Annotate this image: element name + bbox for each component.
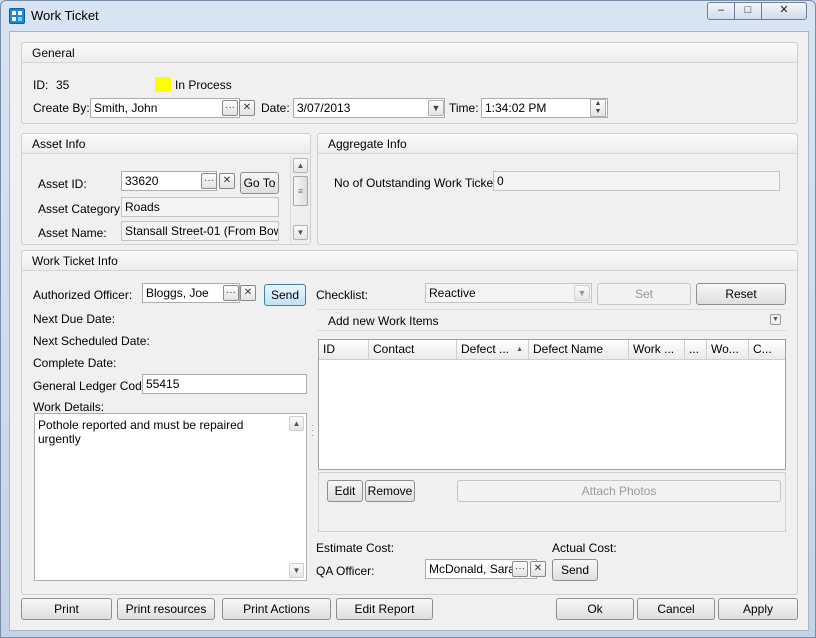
create-by-clear-icon[interactable]: ✕	[239, 100, 255, 116]
id-value: 35	[56, 78, 69, 92]
asset-category-label: Asset Category:	[38, 202, 123, 216]
qa-officer-send-button[interactable]: Send	[552, 559, 598, 581]
next-due-date-label: Next Due Date:	[33, 312, 115, 326]
scroll-down-icon[interactable]: ▼	[293, 225, 308, 240]
authorized-officer-clear-icon[interactable]: ✕	[240, 285, 256, 301]
print-resources-button[interactable]: Print resources	[117, 598, 215, 620]
column-header-wo[interactable]: Wo...	[707, 340, 749, 360]
edit-report-button[interactable]: Edit Report	[336, 598, 433, 620]
checklist-dropdown-icon[interactable]: ▼	[574, 285, 590, 301]
remove-button[interactable]: Remove	[365, 480, 415, 502]
general-ledger-code-field[interactable]: 55415	[142, 374, 307, 394]
asset-info-group: Asset Info Asset ID: 33620 ··· ✕ Go To A…	[21, 133, 311, 245]
qa-officer-browse-icon[interactable]: ···	[512, 561, 528, 577]
asset-name-label: Asset Name:	[38, 226, 107, 240]
asset-category-field: Roads	[121, 197, 279, 217]
qa-officer-label: QA Officer:	[316, 564, 374, 578]
minimize-button[interactable]: –	[707, 2, 735, 20]
date-field[interactable]: 3/07/2013	[293, 98, 445, 118]
apply-button[interactable]: Apply	[718, 598, 798, 620]
close-button[interactable]: ✕	[761, 2, 807, 20]
print-actions-button[interactable]: Print Actions	[222, 598, 331, 620]
date-label: Date:	[261, 101, 290, 115]
create-by-field[interactable]: Smith, John	[90, 98, 240, 118]
work-details-textarea[interactable]: Pothole reported and must be repaired ur…	[34, 413, 307, 581]
next-scheduled-date-label: Next Scheduled Date:	[33, 334, 150, 348]
client-area: General ID: 35 In Process Create By: Smi…	[9, 31, 809, 631]
date-dropdown-icon[interactable]: ▼	[428, 100, 444, 116]
maximize-button[interactable]: □	[734, 2, 762, 20]
work-items-grid[interactable]: ID Contact Defect ... ▲ Defect Name Work…	[318, 339, 786, 470]
set-button[interactable]: Set	[597, 283, 691, 305]
authorized-officer-label: Authorized Officer:	[33, 288, 132, 302]
window-title: Work Ticket	[31, 8, 99, 23]
scroll-thumb[interactable]: ≡	[293, 176, 308, 206]
goto-button[interactable]: Go To	[240, 172, 279, 194]
work-ticket-window: Work Ticket – □ ✕ General ID: 35 In Proc…	[0, 0, 816, 638]
qa-officer-clear-icon[interactable]: ✕	[530, 561, 546, 577]
reset-button[interactable]: Reset	[696, 283, 786, 305]
ok-button[interactable]: Ok	[556, 598, 634, 620]
attach-photos-button[interactable]: Attach Photos	[457, 480, 781, 502]
sort-ascending-icon: ▲	[516, 340, 523, 359]
column-header-c[interactable]: C...	[749, 340, 785, 360]
status-text: In Process	[175, 78, 232, 92]
column-header-defect-name[interactable]: Defect Name	[529, 340, 629, 360]
column-header-defect-code-label: Defect ...	[461, 342, 509, 356]
checklist-dropdown[interactable]: Reactive	[425, 283, 592, 303]
column-header-work[interactable]: Work ...	[629, 340, 685, 360]
create-by-browse-icon[interactable]: ···	[222, 100, 238, 116]
status-color-swatch	[155, 77, 171, 92]
general-group: General ID: 35 In Process Create By: Smi…	[21, 42, 798, 124]
print-button[interactable]: Print	[21, 598, 112, 620]
outstanding-label: No of Outstanding Work Tickets:	[334, 176, 506, 190]
work-details-scroll-up-icon[interactable]: ▲	[289, 416, 304, 431]
add-work-items-bar[interactable]: Add new Work Items ▼	[317, 309, 786, 331]
asset-info-scrollbar[interactable]: ▲ ≡ ▼	[290, 156, 310, 244]
add-work-items-label: Add new Work Items	[328, 314, 438, 328]
create-by-label: Create By:	[33, 101, 90, 115]
time-field[interactable]: 1:34:02 PM	[481, 98, 608, 118]
time-label: Time:	[449, 101, 479, 115]
title-bar[interactable]: Work Ticket – □ ✕	[1, 1, 816, 31]
column-header-defect-code[interactable]: Defect ... ▲	[457, 340, 529, 360]
work-details-label: Work Details:	[33, 400, 104, 414]
complete-date-label: Complete Date:	[33, 356, 116, 370]
edit-button[interactable]: Edit	[327, 480, 363, 502]
estimate-cost-label: Estimate Cost:	[316, 541, 394, 555]
checklist-label: Checklist:	[316, 288, 368, 302]
actual-cost-label: Actual Cost:	[552, 541, 617, 555]
cancel-button[interactable]: Cancel	[637, 598, 715, 620]
asset-info-header: Asset Info	[22, 134, 310, 154]
column-header-id[interactable]: ID	[319, 340, 369, 360]
asset-id-browse-icon[interactable]: ···	[201, 173, 217, 189]
time-spinner-icon[interactable]: ▲▼	[590, 99, 606, 117]
app-icon	[9, 8, 25, 24]
column-header-contact[interactable]: Contact	[369, 340, 457, 360]
outstanding-field: 0	[493, 171, 780, 191]
aggregate-info-header: Aggregate Info	[318, 134, 797, 154]
column-header-more[interactable]: ...	[685, 340, 707, 360]
id-label: ID:	[33, 78, 48, 92]
asset-id-label: Asset ID:	[38, 177, 87, 191]
aggregate-info-group: Aggregate Info No of Outstanding Work Ti…	[317, 133, 798, 245]
scroll-up-icon[interactable]: ▲	[293, 158, 308, 173]
expand-chevron-icon[interactable]: ▼	[770, 314, 781, 325]
work-items-actions-panel: Edit Remove Attach Photos	[318, 472, 786, 532]
asset-name-field: Stansall Street-01 (From Bowde	[121, 221, 279, 241]
authorized-officer-send-button[interactable]: Send	[264, 284, 306, 306]
work-ticket-info-header: Work Ticket Info	[22, 251, 797, 271]
work-ticket-info-group: Work Ticket Info Authorized Officer: Blo…	[21, 250, 798, 595]
work-details-scroll-down-icon[interactable]: ▼	[289, 563, 304, 578]
splitter-grip-icon[interactable]: ···	[311, 423, 314, 439]
general-ledger-code-label: General Ledger Code:	[33, 379, 152, 393]
general-header: General	[22, 43, 797, 63]
authorized-officer-browse-icon[interactable]: ···	[223, 285, 239, 301]
asset-id-clear-icon[interactable]: ✕	[219, 173, 235, 189]
